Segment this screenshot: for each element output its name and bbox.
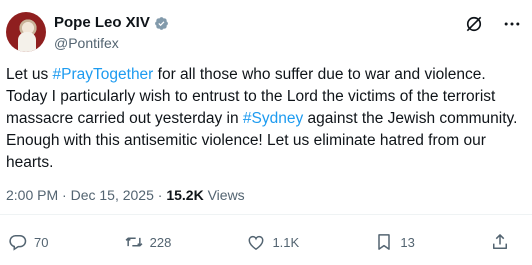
tweet-text: Let us #PrayTogether for all those who s… (6, 64, 526, 174)
action-bar: 70 228 1.1K 13 (8, 232, 510, 252)
reply-button[interactable]: 70 (8, 232, 48, 252)
reply-count: 70 (34, 234, 49, 250)
display-name[interactable]: Pope Leo XIV (54, 14, 150, 32)
separator: · (153, 187, 167, 203)
hashtag-link[interactable]: #PrayTogether (53, 66, 154, 83)
repost-count: 228 (149, 234, 172, 250)
handle[interactable]: @Pontifex (54, 34, 169, 52)
timestamp-time[interactable]: 2:00 PM (6, 187, 58, 203)
views-count: 15.2K (166, 187, 204, 203)
tweet-meta: 2:00 PM · Dec 15, 2025 · 15.2K Views (6, 186, 245, 204)
like-icon (249, 235, 264, 250)
grok-icon[interactable] (464, 14, 484, 34)
share-icon (492, 234, 507, 249)
more-icon[interactable] (502, 14, 522, 34)
verified-badge-icon (154, 16, 168, 30)
separator: · (58, 187, 71, 203)
divider (0, 214, 532, 215)
avatar[interactable] (6, 12, 46, 52)
bookmark-icon (378, 234, 391, 250)
top-actions (464, 14, 522, 34)
bookmark-count: 13 (400, 234, 415, 250)
author-block: Pope Leo XIV @Pontifex (54, 14, 169, 52)
repost-icon (125, 237, 143, 247)
reply-icon (9, 235, 27, 251)
name-line: Pope Leo XIV (54, 14, 169, 32)
timestamp-date[interactable]: Dec 15, 2025 (71, 187, 154, 203)
views-label: Views (203, 187, 245, 203)
like-button[interactable]: 1.1K (246, 232, 299, 252)
hashtag-link[interactable]: #Sydney (243, 110, 303, 127)
tweet-text-segment: Let us (6, 66, 53, 83)
like-count: 1.1K (272, 234, 300, 250)
repost-button[interactable]: 228 (124, 232, 172, 252)
tweet-header: Pope Leo XIV @Pontifex (6, 12, 526, 54)
bookmark-button[interactable]: 13 (374, 232, 415, 252)
share-button[interactable] (490, 232, 510, 252)
